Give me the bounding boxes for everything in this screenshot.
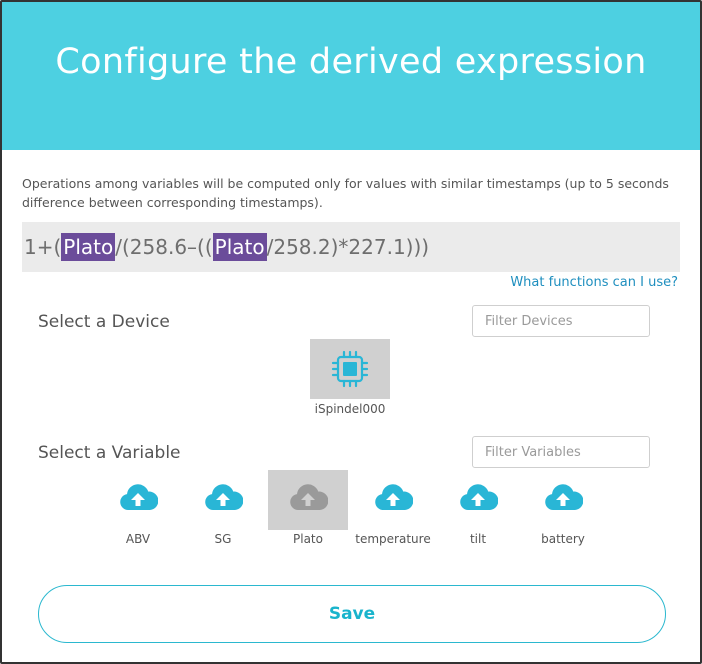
expression-variable-chip[interactable]: Plato — [61, 233, 116, 261]
cloud-upload-icon — [205, 484, 243, 510]
filter-devices-input[interactable] — [472, 305, 650, 337]
help-functions-link[interactable]: What functions can I use? — [510, 275, 678, 290]
dialog: Configure the derived expression Operati… — [0, 0, 702, 664]
cloud-upload-icon — [375, 484, 413, 510]
dialog-title: Configure the derived expression — [55, 42, 647, 82]
variable-sg[interactable]: SG — [183, 470, 263, 552]
timestamp-note: Operations among variables will be compu… — [22, 176, 669, 210]
cloud-upload-icon — [545, 484, 583, 510]
filter-variables-input[interactable] — [472, 436, 650, 468]
variable-abv[interactable]: ABV — [98, 470, 178, 552]
expression-variable-chip[interactable]: Plato — [212, 233, 267, 261]
cloud-upload-icon — [120, 484, 158, 510]
select-device-label: Select a Device — [38, 312, 170, 332]
variable-temperature[interactable]: temperature — [353, 470, 433, 552]
device-name: iSpindel000 — [314, 402, 386, 416]
dialog-header: Configure the derived expression — [2, 2, 700, 150]
variable-tilt[interactable]: tilt — [438, 470, 518, 552]
select-variable-label: Select a Variable — [38, 443, 181, 463]
expression-text: 1+( — [24, 235, 62, 259]
chip-icon — [331, 350, 369, 388]
expression-editor[interactable]: 1+(Plato /(258.6–((Plato /258.2)*227.1))… — [22, 222, 680, 272]
cloud-upload-icon — [290, 484, 328, 510]
variable-plato[interactable]: Plato — [268, 470, 348, 552]
variable-battery[interactable]: battery — [523, 470, 603, 552]
expression-text: /258.2)*227.1))) — [266, 235, 430, 259]
save-button[interactable]: Save — [38, 585, 666, 643]
device-tile[interactable] — [310, 339, 390, 399]
variable-label: battery — [541, 532, 585, 546]
cloud-upload-icon — [460, 484, 498, 510]
expression-text: /(258.6–(( — [115, 235, 213, 259]
